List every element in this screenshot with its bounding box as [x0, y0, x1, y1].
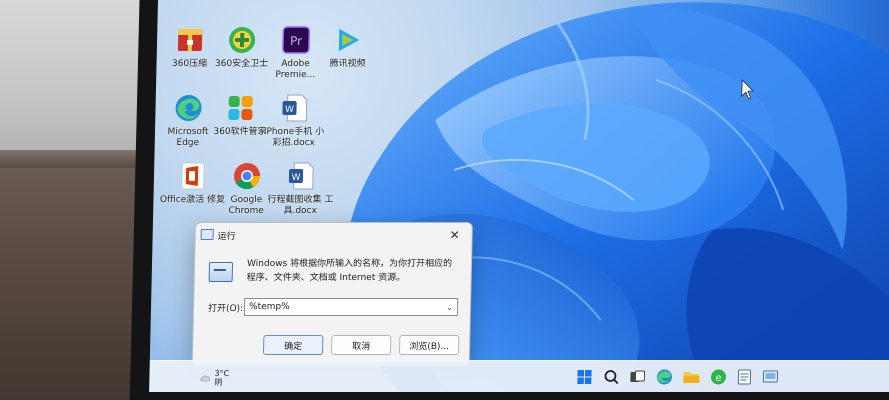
icon-label: iPhone手机 小彩招.docx [263, 127, 325, 148]
weather-temperature: 3°C [214, 369, 230, 378]
svg-text:e: e [715, 373, 721, 384]
software-manager-icon [228, 96, 253, 120]
ok-button[interactable]: 确定 [262, 335, 324, 355]
edge-taskbar-icon[interactable] [655, 368, 673, 386]
cloud-icon [200, 375, 210, 382]
desktop-icon-word-doc-2[interactable]: W 行程截图收集 工具.docx [267, 160, 334, 217]
open-combobox[interactable]: %temp% ⌄ [243, 298, 459, 316]
premiere-pro-icon: Pr [282, 26, 311, 54]
word-document-icon: W [282, 94, 308, 122]
run-dialog: 运行 ✕ Windows 将根据你所输入的名称，为你打开相应的程序、文件夹、文档… [191, 222, 473, 366]
run-dialog-title: 运行 [217, 231, 236, 242]
chrome-browser-icon [234, 163, 261, 190]
run-dialog-titlebar[interactable]: 运行 ✕ [195, 223, 472, 247]
svg-text:Pr: Pr [290, 34, 302, 48]
weather-widget[interactable]: 3°C 阴 [199, 369, 229, 387]
notepad-taskbar-icon[interactable] [735, 368, 753, 386]
desktop-screen: 360压缩 360安全卫士 Pr Adobe Premie... 腾讯视频 Mi… [149, 0, 889, 392]
open-label: 打开(O): [207, 303, 244, 314]
tencent-taskbar-icon[interactable]: e [709, 368, 727, 386]
archive-icon [177, 29, 203, 51]
cancel-button[interactable]: 取消 [330, 335, 392, 355]
close-icon[interactable]: ✕ [445, 226, 463, 244]
edge-browser-icon [175, 95, 202, 121]
video-play-icon [338, 29, 360, 51]
run-description: Windows 将根据你所输入的名称，为你打开相应的程序、文件夹、文档或 Int… [246, 259, 453, 283]
file-explorer-icon[interactable] [682, 368, 700, 386]
run-dialog-body: Windows 将根据你所输入的名称，为你打开相应的程序、文件夹、文档或 Int… [195, 247, 472, 285]
svg-text:W: W [291, 173, 300, 183]
search-icon[interactable] [602, 368, 620, 386]
run-dialog-buttons: 确定 取消 浏览(B)... [193, 335, 460, 355]
svg-text:W: W [285, 105, 294, 115]
start-button[interactable] [575, 368, 593, 386]
open-row: 打开(O): %temp% ⌄ [207, 298, 459, 316]
task-view-icon[interactable] [628, 368, 646, 386]
chevron-down-icon[interactable]: ⌄ [446, 303, 453, 312]
weather-condition: 阴 [214, 378, 223, 387]
taskbar: 3°C 阴 e [149, 360, 889, 392]
word-document-icon: W [288, 162, 314, 190]
open-input-value[interactable]: %temp% [249, 302, 447, 312]
office-icon [181, 162, 205, 190]
shield-plus-icon [229, 27, 256, 53]
desktop-icon-tencent-video[interactable]: 腾讯视频 [314, 24, 381, 70]
run-window-icon [208, 262, 234, 282]
icon-label: 行程截图收集 工具.docx [267, 195, 334, 216]
desktop-icon-iphone-doc[interactable]: W iPhone手机 小彩招.docx [261, 92, 328, 149]
browse-button[interactable]: 浏览(B)... [398, 335, 460, 355]
icon-label: 腾讯视频 [329, 59, 366, 69]
photo-background: 360压缩 360安全卫士 Pr Adobe Premie... 腾讯视频 Mi… [0, 0, 889, 400]
screen-capture-icon[interactable] [761, 368, 779, 386]
run-app-icon [200, 229, 214, 240]
